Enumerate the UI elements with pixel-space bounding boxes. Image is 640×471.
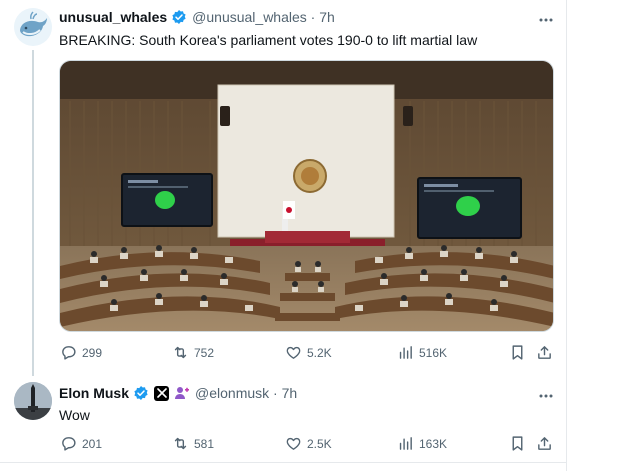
share-icon — [538, 437, 551, 450]
like-count: 2.5K — [307, 436, 332, 451]
rocket-avatar-icon — [14, 382, 52, 420]
handle-time[interactable]: @elonmusk · 7h — [195, 385, 297, 401]
more-icon[interactable] — [536, 389, 556, 403]
tweet-header: unusual_whales @unusual_whales · 7h — [59, 9, 335, 25]
share-icon — [538, 346, 551, 359]
x-badge-icon[interactable] — [154, 385, 170, 401]
views-button[interactable]: 163K — [397, 435, 447, 452]
reply-icon — [62, 346, 76, 360]
views-count: 516K — [419, 345, 448, 360]
avatar-elon-musk[interactable] — [14, 382, 52, 420]
reply-button[interactable]: 201 — [60, 435, 102, 452]
repost-count: 581 — [194, 436, 215, 451]
views-icon — [399, 346, 412, 359]
views-count: 163K — [419, 436, 448, 451]
assembly-hall-image — [60, 61, 553, 331]
reply-actions: 201 581 2.5K 163K — [60, 435, 560, 455]
bottom-divider — [0, 462, 567, 463]
bookmark-button[interactable] — [509, 344, 526, 361]
bookmark-icon — [512, 345, 523, 360]
reply-button[interactable]: 299 — [60, 344, 102, 361]
repost-icon — [174, 437, 187, 450]
reply-icon — [62, 437, 76, 451]
bookmark-button[interactable] — [509, 435, 526, 452]
like-icon — [286, 346, 301, 359]
tweet-text: BREAKING: South Korea's parliament votes… — [59, 32, 478, 48]
share-button[interactable] — [536, 435, 553, 452]
handle-time[interactable]: @unusual_whales · 7h — [192, 9, 335, 25]
more-icon[interactable] — [536, 13, 556, 27]
reply-count: 299 — [82, 345, 103, 360]
like-button[interactable]: 2.5K — [285, 435, 332, 452]
thread-connector — [32, 50, 34, 376]
whale-avatar-icon — [14, 8, 52, 46]
like-button[interactable]: 5.2K — [285, 344, 332, 361]
views-icon — [399, 437, 412, 450]
verified-icon — [133, 385, 149, 401]
reply-count: 201 — [82, 436, 103, 451]
tweet-photo[interactable] — [59, 60, 554, 332]
avatar-unusual-whales[interactable] — [14, 8, 52, 46]
tweet-actions: 299 752 5.2K 516K — [60, 344, 560, 364]
bookmark-icon — [512, 436, 523, 451]
column-border — [566, 0, 567, 471]
share-button[interactable] — [536, 344, 553, 361]
views-button[interactable]: 516K — [397, 344, 447, 361]
verified-icon — [171, 9, 187, 25]
repost-button[interactable]: 752 — [172, 344, 214, 361]
timeline-frame: unusual_whales @unusual_whales · 7h BREA… — [0, 0, 640, 471]
reply-text: Wow — [59, 407, 90, 423]
person-icon[interactable] — [174, 385, 190, 401]
repost-icon — [174, 346, 187, 359]
repost-button[interactable]: 581 — [172, 435, 214, 452]
repost-count: 752 — [194, 345, 215, 360]
like-count: 5.2K — [307, 345, 332, 360]
display-name[interactable]: unusual_whales — [59, 9, 167, 25]
display-name[interactable]: Elon Musk — [59, 385, 129, 401]
like-icon — [286, 437, 301, 450]
reply-header: Elon Musk @elonmusk · 7h — [59, 385, 297, 401]
